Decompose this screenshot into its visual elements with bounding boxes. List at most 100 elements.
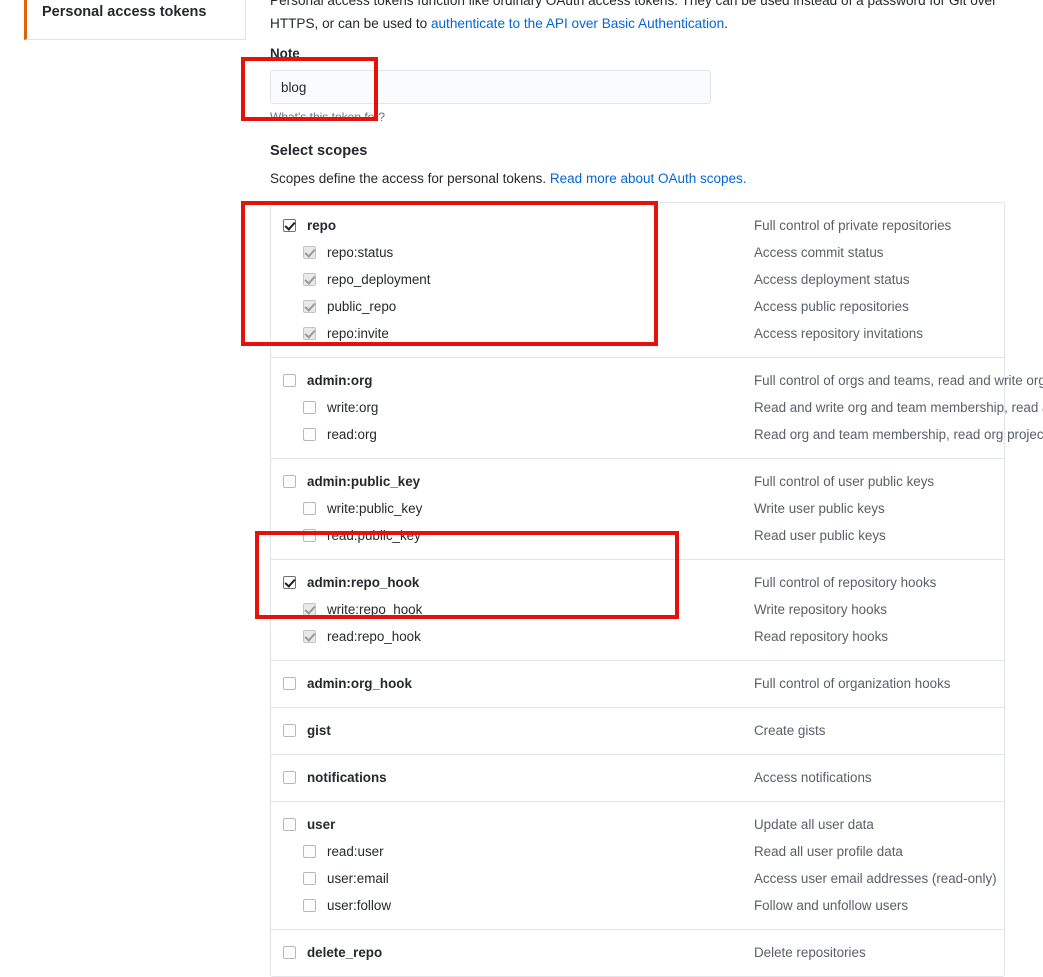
checkbox-delete-repo-icon[interactable]	[283, 946, 296, 959]
checkbox-user-follow-icon[interactable]	[303, 899, 316, 912]
checkbox-read-org-icon[interactable]	[303, 428, 316, 441]
scope-group-user: userUpdate all user dataread:userRead al…	[271, 802, 1004, 930]
checkbox-wrapper	[283, 818, 307, 831]
scope-row-repo-invite[interactable]: repo:inviteAccess repository invitations	[271, 320, 1004, 347]
checkbox-wrapper	[303, 899, 327, 912]
scope-row-read-user[interactable]: read:userRead all user profile data	[271, 838, 1004, 865]
scope-group-repo: repoFull control of private repositories…	[271, 203, 1004, 358]
oauth-scopes-link[interactable]: Read more about OAuth scopes.	[550, 171, 747, 186]
sidebar-item-personal-access-tokens[interactable]: Personal access tokens	[24, 0, 246, 40]
scope-row-repo-deployment[interactable]: repo_deploymentAccess deployment status	[271, 266, 1004, 293]
scope-name-label: write:org	[327, 400, 378, 415]
checkbox-wrapper	[303, 428, 327, 441]
scope-description-label: Access commit status	[754, 245, 883, 260]
scope-row-notifications[interactable]: notifications Access notifications	[271, 764, 1004, 791]
scope-row-write-public-key[interactable]: write:public_keyWrite user public keys	[271, 495, 1004, 522]
checkbox-wrapper	[303, 401, 327, 414]
intro-line-1: Personal access tokens function like ord…	[270, 0, 997, 8]
scope-row-user[interactable]: userUpdate all user data	[271, 811, 1004, 838]
note-label: Note	[270, 46, 300, 61]
checkbox-read-public-key-icon[interactable]	[303, 529, 316, 542]
checkbox-repo-status-icon	[303, 246, 316, 259]
scope-group-delete-repo: delete_repo Delete repositories	[271, 930, 1004, 976]
checkbox-user-email-icon[interactable]	[303, 872, 316, 885]
select-scopes-heading: Select scopes	[270, 143, 367, 159]
scope-name-label: read:public_key	[327, 528, 421, 543]
checkbox-write-org-icon[interactable]	[303, 401, 316, 414]
scope-row-user-email[interactable]: user:email Access user email addresses (r…	[271, 865, 1004, 892]
checkbox-admin-repo-hook-icon[interactable]	[283, 576, 296, 589]
checkbox-read-user-icon[interactable]	[303, 845, 316, 858]
scope-description-label: Full control of organization hooks	[754, 676, 951, 691]
intro-line-2-suffix: .	[724, 16, 728, 31]
note-input[interactable]	[270, 70, 711, 104]
scope-group-admin-org: admin:orgFull control of orgs and teams,…	[271, 358, 1004, 459]
scope-description-label: Access public repositories	[754, 299, 909, 314]
scope-group-gist: gistCreate gists	[271, 708, 1004, 755]
scope-description-label: Read org and team membership, read org p…	[754, 427, 1043, 442]
scope-row-repo[interactable]: repoFull control of private repositories	[271, 212, 1004, 239]
scope-row-admin-repo-hook[interactable]: admin:repo_hookFull control of repositor…	[271, 569, 1004, 596]
checkbox-wrapper	[283, 946, 307, 959]
scope-description-label: Full control of repository hooks	[754, 575, 936, 590]
scope-row-read-public-key[interactable]: read:public_key Read user public keys	[271, 522, 1004, 549]
checkbox-wrapper	[283, 475, 307, 488]
checkbox-wrapper	[303, 246, 327, 259]
scopes-description-text: Scopes define the access for personal to…	[270, 171, 550, 186]
checkbox-gist-icon[interactable]	[283, 724, 296, 737]
scopes-description: Scopes define the access for personal to…	[270, 171, 747, 186]
scope-name-label: write:repo_hook	[327, 602, 422, 617]
checkbox-admin-org-hook-icon[interactable]	[283, 677, 296, 690]
scope-name-label: notifications	[307, 770, 387, 785]
checkbox-wrapper	[303, 630, 327, 643]
scope-description-label: Write user public keys	[754, 501, 885, 516]
checkbox-write-repo-hook-icon	[303, 603, 316, 616]
scope-row-admin-public-key[interactable]: admin:public_keyFull control of user pub…	[271, 468, 1004, 495]
intro-line-2: HTTPS, or can be used to authenticate to…	[270, 12, 1043, 35]
checkbox-admin-org-icon[interactable]	[283, 374, 296, 387]
scope-row-repo-status[interactable]: repo:statusAccess commit status	[271, 239, 1004, 266]
scopes-panel: repoFull control of private repositories…	[270, 202, 1005, 977]
scope-name-label: user:email	[327, 871, 389, 886]
checkbox-wrapper	[283, 724, 307, 737]
checkbox-wrapper	[283, 576, 307, 589]
scope-description-label: Access deployment status	[754, 272, 910, 287]
scope-row-admin-org-hook[interactable]: admin:org_hookFull control of organizati…	[271, 670, 1004, 697]
checkbox-write-public-key-icon[interactable]	[303, 502, 316, 515]
scope-description-label: Access notifications	[754, 770, 872, 785]
scope-name-label: admin:org	[307, 373, 372, 388]
scope-row-user-follow[interactable]: user:followFollow and unfollow users	[271, 892, 1004, 919]
scope-row-delete-repo[interactable]: delete_repo Delete repositories	[271, 939, 1004, 966]
checkbox-repo-icon[interactable]	[283, 219, 296, 232]
checkbox-notifications-icon[interactable]	[283, 771, 296, 784]
scope-description-label: Delete repositories	[754, 945, 866, 960]
checkbox-wrapper	[303, 845, 327, 858]
scope-group-admin-public-key: admin:public_keyFull control of user pub…	[271, 459, 1004, 560]
scope-row-read-repo-hook[interactable]: read:repo_hookRead repository hooks	[271, 623, 1004, 650]
intro-line-2-prefix: HTTPS, or can be used to	[270, 16, 431, 31]
scope-description-label: Access user email addresses (read-only)	[754, 871, 997, 886]
scope-row-admin-org[interactable]: admin:orgFull control of orgs and teams,…	[271, 367, 1004, 394]
scope-description-label: Access repository invitations	[754, 326, 923, 341]
scope-description-label: Read user public keys	[754, 528, 886, 543]
scope-name-label: delete_repo	[307, 945, 382, 960]
scope-name-label: admin:public_key	[307, 474, 420, 489]
scope-name-label: read:user	[327, 844, 384, 859]
checkbox-repo-invite-icon	[303, 327, 316, 340]
scope-name-label: user:follow	[327, 898, 391, 913]
basic-authentication-link[interactable]: authenticate to the API over Basic Authe…	[431, 16, 724, 31]
scope-row-write-repo-hook[interactable]: write:repo_hookWrite repository hooks	[271, 596, 1004, 623]
scope-row-write-org[interactable]: write:orgRead and write org and team mem…	[271, 394, 1004, 421]
checkbox-admin-public-key-icon[interactable]	[283, 475, 296, 488]
checkbox-read-repo-hook-icon	[303, 630, 316, 643]
scope-row-gist[interactable]: gistCreate gists	[271, 717, 1004, 744]
checkbox-user-icon[interactable]	[283, 818, 296, 831]
checkbox-wrapper	[303, 273, 327, 286]
checkbox-wrapper	[283, 771, 307, 784]
scope-description-label: Full control of orgs and teams, read and…	[754, 373, 1043, 388]
scope-name-label: read:repo_hook	[327, 629, 421, 644]
scope-name-label: user	[307, 817, 335, 832]
scope-row-public-repo[interactable]: public_repoAccess public repositories	[271, 293, 1004, 320]
checkbox-wrapper	[283, 374, 307, 387]
scope-row-read-org[interactable]: read:orgRead org and team membership, re…	[271, 421, 1004, 448]
